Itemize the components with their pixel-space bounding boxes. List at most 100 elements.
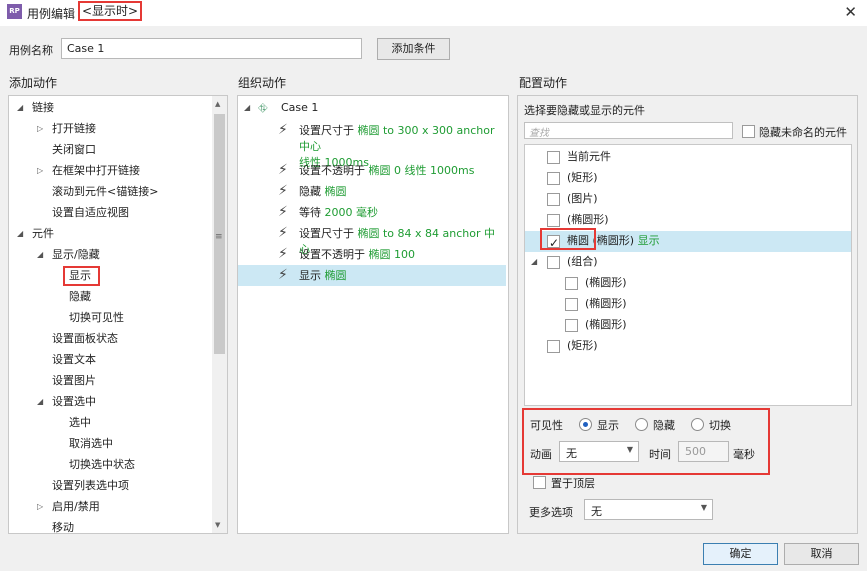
- action-item[interactable]: ⚡ 设置尺寸于 椭圆 to 84 x 84 anchor 中心: [238, 223, 506, 256]
- time-input[interactable]: 500: [678, 441, 729, 462]
- tree-arrow-icon[interactable]: ▷: [37, 161, 43, 181]
- time-label: 时间: [649, 448, 671, 461]
- widget-checkbox[interactable]: [547, 193, 560, 206]
- tree-arrow-icon[interactable]: ▷: [37, 497, 43, 517]
- widget-name: (矩形): [567, 171, 598, 184]
- tree-item-label: 打开链接: [52, 122, 96, 135]
- window-title: 用例编辑: [27, 7, 76, 21]
- action-item[interactable]: ⚡ 设置不透明于 椭圆 100: [238, 244, 506, 265]
- tree-arrow-icon[interactable]: ◢: [37, 245, 43, 265]
- action-text: 显示 椭圆: [299, 268, 504, 284]
- case-icon: ⛗: [258, 101, 268, 115]
- bring-to-front-checkbox[interactable]: [533, 476, 546, 489]
- tree-item-label: 显示/隐藏: [52, 248, 100, 261]
- event-name-highlight: <显示时>: [78, 1, 143, 21]
- scroll-down-icon[interactable]: ▼: [215, 521, 220, 529]
- checked-widget-highlight: [540, 228, 596, 250]
- widget-search-input[interactable]: 查找: [524, 122, 733, 139]
- widget-item[interactable]: ◢ (组合): [525, 252, 851, 273]
- case-name-input[interactable]: Case 1: [61, 38, 362, 59]
- chevron-down-icon: ▼: [626, 445, 633, 454]
- tree-item-label: 设置面板状态: [52, 332, 118, 345]
- tree-item-label: 设置文本: [52, 353, 96, 366]
- widget-label: (组合): [567, 252, 598, 272]
- action-item[interactable]: ⚡ 隐藏 椭圆: [238, 181, 506, 202]
- widget-label: (椭圆形): [567, 210, 609, 230]
- more-options-select[interactable]: 无 ▼: [584, 499, 713, 520]
- tree-item-label: 切换可见性: [69, 311, 124, 324]
- visibility-show-radio[interactable]: [579, 418, 592, 431]
- tree-item-label: 切换选中状态: [69, 458, 135, 471]
- tree-arrow-icon[interactable]: ◢: [37, 392, 43, 412]
- group-expand-icon[interactable]: ◢: [531, 252, 537, 272]
- configure-heading: 选择要隐藏或显示的元件: [524, 104, 645, 117]
- visibility-toggle-radio[interactable]: [691, 418, 704, 431]
- action-verb: 显示: [299, 269, 321, 282]
- action-verb: 设置尺寸于: [299, 124, 354, 137]
- chevron-down-icon: ▼: [700, 503, 707, 512]
- add-condition-button[interactable]: 添加条件: [377, 38, 450, 60]
- animation-select[interactable]: 无 ▼: [559, 441, 639, 462]
- widget-label: (椭圆形): [585, 315, 627, 335]
- tree-arrow-icon[interactable]: ◢: [17, 224, 23, 244]
- widget-name: 当前元件: [567, 150, 611, 163]
- title-bar: RP 用例编辑 <显示时> ✕: [0, 0, 867, 26]
- widget-name: (椭圆形): [567, 213, 609, 226]
- lightning-icon: ⚡: [278, 246, 288, 262]
- expand-arrow-icon[interactable]: ◢: [244, 98, 250, 118]
- action-item[interactable]: ⚡ 等待 2000 毫秒: [238, 202, 506, 223]
- tree-arrow-icon[interactable]: ▷: [37, 119, 43, 139]
- widget-item[interactable]: (椭圆形): [525, 273, 851, 294]
- ok-button[interactable]: 确定: [703, 543, 778, 565]
- widget-checkbox[interactable]: [565, 319, 578, 332]
- widget-checkbox[interactable]: [547, 172, 560, 185]
- scroll-grip-icon: ≡: [215, 232, 223, 242]
- widget-label: 当前元件: [567, 147, 611, 167]
- widget-checkbox[interactable]: [547, 214, 560, 227]
- widget-name: (椭圆形): [585, 276, 627, 289]
- widget-item[interactable]: (矩形): [525, 168, 851, 189]
- more-options-label: 更多选项: [529, 506, 573, 519]
- action-detail: 2000 毫秒: [324, 206, 379, 219]
- configure-action-title: 配置动作: [519, 76, 568, 90]
- scroll-up-icon[interactable]: ▲: [215, 100, 220, 108]
- action-text: 隐藏 椭圆: [299, 184, 504, 200]
- add-action-scrollbar[interactable]: ▲ ≡ ▼: [212, 96, 227, 533]
- widget-item[interactable]: 当前元件: [525, 147, 851, 168]
- widget-item[interactable]: (图片): [525, 189, 851, 210]
- lightning-icon: ⚡: [278, 267, 288, 283]
- action-verb: 隐藏: [299, 185, 321, 198]
- widget-item[interactable]: (椭圆形): [525, 315, 851, 336]
- tree-item-label: 元件: [32, 227, 54, 240]
- action-item[interactable]: ⚡ 设置尺寸于 椭圆 to 300 x 300 anchor 中心 线性 1000m…: [238, 120, 506, 169]
- widget-checkbox[interactable]: [547, 256, 560, 269]
- ms-label: 毫秒: [733, 448, 755, 461]
- close-icon[interactable]: ✕: [844, 3, 857, 21]
- tree-item-label: 滚动到元件<锚链接>: [52, 185, 159, 198]
- widget-item[interactable]: (矩形): [525, 336, 851, 357]
- widget-checkbox[interactable]: [547, 340, 560, 353]
- action-item[interactable]: ⚡ 显示 椭圆: [238, 265, 506, 286]
- show-action-highlight: [63, 266, 100, 286]
- widget-name: (椭圆形): [585, 318, 627, 331]
- action-detail: 椭圆: [324, 185, 347, 198]
- visibility-hide-radio[interactable]: [635, 418, 648, 431]
- add-action-panel: ◢ 链接 ▷ 打开链接 关闭窗口 ▷ 在框架中打开链接 滚动到元件<锚链接> 设置自适应视图 ◢ 元…: [8, 95, 228, 534]
- widget-checkbox[interactable]: [565, 277, 578, 290]
- hide-unnamed-checkbox[interactable]: [742, 125, 755, 138]
- cancel-button[interactable]: 取消: [784, 543, 859, 565]
- widget-checkbox[interactable]: [565, 298, 578, 311]
- widget-item[interactable]: (椭圆形): [525, 294, 851, 315]
- lightning-icon: ⚡: [278, 122, 288, 138]
- tree-item-label: 设置列表选中项: [52, 479, 129, 492]
- tree-item-label: 取消选中: [69, 437, 113, 450]
- tree-arrow-icon[interactable]: ◢: [17, 98, 23, 118]
- action-item[interactable]: ⚡ 设置不透明于 椭圆 0 线性 1000ms: [238, 160, 506, 181]
- widget-list: 当前元件(矩形)(图片)(椭圆形)椭圆 (椭圆形) 显示◢(组合)(椭圆形)(椭…: [524, 144, 852, 406]
- widget-checkbox[interactable]: [547, 151, 560, 164]
- organize-action-title: 组织动作: [238, 76, 287, 90]
- tree-item-label: 设置自适应视图: [52, 206, 129, 219]
- action-verb: 设置不透明于: [299, 248, 365, 261]
- action-verb: 等待: [299, 206, 321, 219]
- organize-action-panel: ◢ ⛗ Case 1 ⚡ 设置尺寸于 椭圆 to 300 x 300 anchor…: [237, 95, 509, 534]
